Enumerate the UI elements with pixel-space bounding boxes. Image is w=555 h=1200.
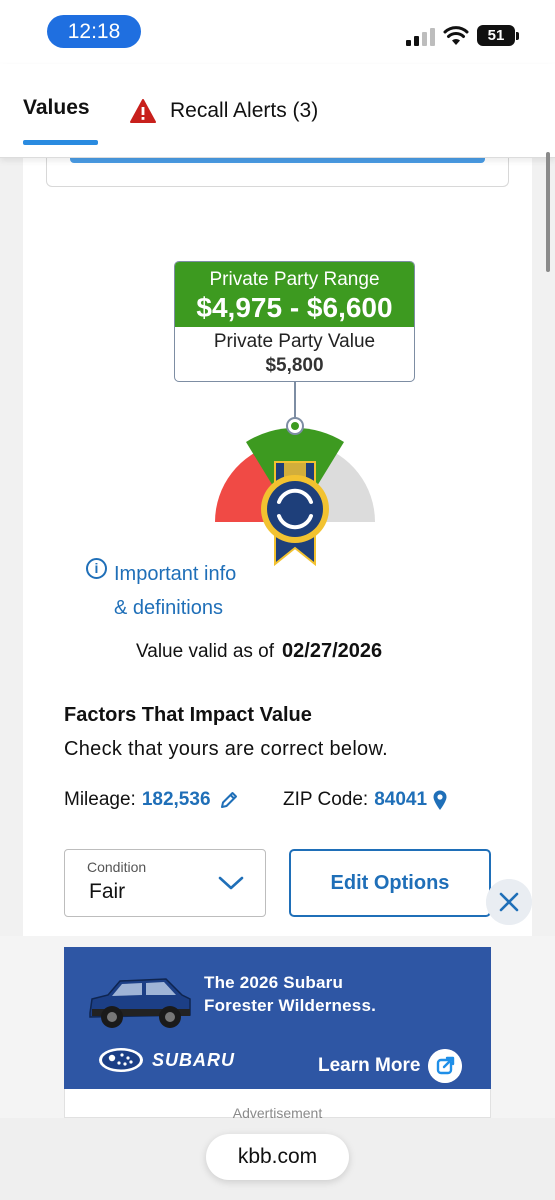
condition-label: Condition xyxy=(87,859,147,875)
info-link-line1: Important info xyxy=(114,563,237,585)
private-party-range-header: Private Party Range $4,975 - $6,600 xyxy=(175,262,414,327)
range-value: $4,975 - $6,600 xyxy=(196,292,393,323)
valid-date: 02/27/2026 xyxy=(282,640,383,662)
info-icon: i xyxy=(86,558,107,579)
url-bar[interactable]: kbb.com xyxy=(206,1134,349,1180)
close-ad-button[interactable] xyxy=(486,879,532,925)
valid-label: Value valid as of xyxy=(136,641,275,662)
zip-value: 84041 xyxy=(374,789,428,810)
tab-values[interactable]: Values xyxy=(23,96,90,120)
tab-bar: Values Recall Alerts (3) xyxy=(0,64,555,158)
scrollbar[interactable] xyxy=(546,152,550,272)
cellular-signal-icon xyxy=(406,28,435,46)
learn-more-button[interactable]: Learn More xyxy=(318,1049,463,1083)
pencil-icon xyxy=(220,792,237,808)
chevron-down-icon xyxy=(218,876,244,890)
car-image xyxy=(89,978,191,1028)
ad-headline-line1: The 2026 Subaru xyxy=(204,973,344,992)
mileage-row[interactable]: Mileage: 182,536 xyxy=(64,789,239,811)
mileage-label: Mileage: xyxy=(64,789,136,810)
price-range-box: Private Party Range $4,975 - $6,600 Priv… xyxy=(174,261,415,382)
info-link-line2: & definitions xyxy=(114,597,223,619)
subaru-logo: SUBARU xyxy=(98,1047,235,1073)
battery-icon xyxy=(516,32,519,40)
subaru-stars-icon xyxy=(99,1048,143,1072)
private-party-value-label: Private Party Value xyxy=(213,331,376,352)
ad-headline-line2: Forester Wilderness. xyxy=(204,996,377,1015)
tab-recall-label: Recall Alerts (3) xyxy=(170,99,319,122)
wifi-icon xyxy=(443,26,469,45)
mileage-value: 182,536 xyxy=(141,789,211,810)
warning-icon xyxy=(130,99,156,123)
condition-dropdown[interactable]: Condition Fair xyxy=(64,849,266,917)
condition-value: Fair xyxy=(89,880,126,903)
learn-more-label: Learn More xyxy=(318,1055,421,1076)
info-link-text: Important info & definitions xyxy=(114,557,294,625)
factors-subtitle: Check that yours are correct below. xyxy=(64,738,388,760)
battery-level: 51 xyxy=(477,25,515,46)
status-time: 12:18 xyxy=(47,15,141,48)
ad-banner[interactable]: The 2026 Subaru Forester Wilderness. SUB… xyxy=(64,947,491,1089)
location-pin-icon xyxy=(433,790,447,810)
value-gauge xyxy=(214,382,375,567)
zip-label: ZIP Code: xyxy=(283,789,369,810)
status-bar: 12:18 51 xyxy=(0,0,555,64)
tab-recall-alerts[interactable]: Recall Alerts (3) xyxy=(130,96,318,126)
ad-brand: SUBARU xyxy=(152,1049,236,1070)
range-label: Private Party Range xyxy=(209,269,380,290)
factors-title: Factors That Impact Value xyxy=(64,704,312,726)
tab-active-indicator xyxy=(23,140,98,145)
private-party-value: $5,800 xyxy=(265,355,324,376)
zip-code-row[interactable]: ZIP Code: 84041 xyxy=(283,789,448,811)
ad-headline: The 2026 Subaru Forester Wilderness. xyxy=(204,971,464,1017)
external-link-icon xyxy=(428,1049,463,1083)
edit-options-button[interactable]: Edit Options xyxy=(289,849,491,917)
valid-date-row: Value valid as of 02/27/2026 xyxy=(136,640,382,663)
